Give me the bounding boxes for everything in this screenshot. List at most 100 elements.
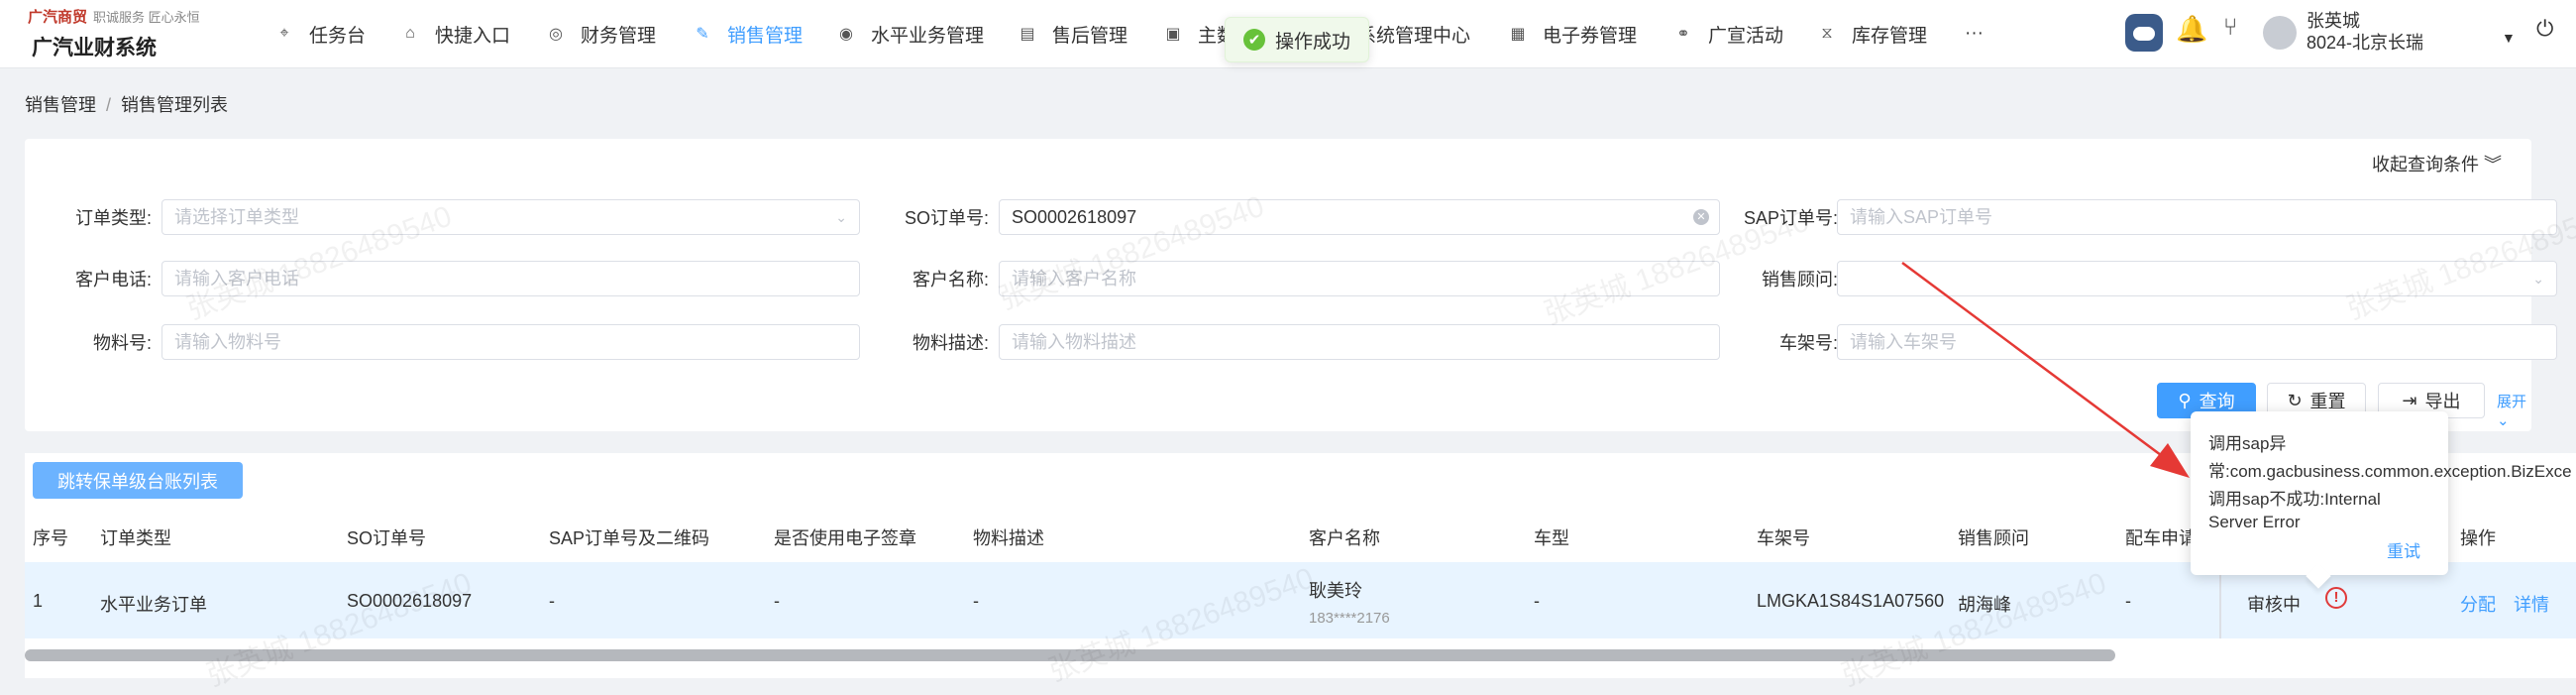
sap-number-input[interactable]: 请输入SAP订单号: [1837, 199, 2557, 235]
link-icon: ⚭: [1676, 26, 1690, 43]
row-index: 1: [33, 591, 44, 611]
column-header: 是否使用电子签章: [774, 528, 916, 548]
row-sap-number: -: [549, 591, 555, 611]
row-allocation: -: [2125, 591, 2131, 611]
nav-item-after-sales[interactable]: ▤ 售后管理: [1019, 0, 1127, 67]
material-number-label: 物料号:: [92, 333, 152, 353]
nav-item-promotions[interactable]: ⚭ 广宣活动: [1674, 0, 1783, 67]
filter-panel: 收起查询条件 ︾ 订单类型: 请选择订单类型 ⌄ SO订单号: SO0002618…: [25, 139, 2557, 431]
row-sales-advisor: 胡海峰: [1958, 595, 2011, 615]
row-customer-name: 耿美玲: [1309, 581, 1362, 601]
chevron-down-icon: ⌄: [2532, 271, 2544, 287]
material-number-input[interactable]: 请输入物料号: [161, 324, 860, 360]
sales-advisor-select[interactable]: ⌄: [1837, 261, 2557, 296]
tooltip-line: 常:com.gacbusiness.common.exception.BizEx…: [2208, 462, 2572, 481]
jump-to-policy-ledger-button[interactable]: 跳转保单级台账列表: [33, 462, 243, 499]
error-tooltip: 调用sap异 常:com.gacbusiness.common.exceptio…: [2191, 411, 2572, 575]
material-desc-input[interactable]: 请输入物料描述: [999, 324, 1720, 360]
customer-name-input[interactable]: 请输入客户名称: [999, 261, 1720, 296]
chevron-down-icon: ⌄: [835, 209, 847, 225]
detail-link[interactable]: 详情: [2514, 591, 2549, 617]
search-icon: ⚲: [2178, 390, 2192, 410]
nav-item-more[interactable]: ···: [1965, 0, 1984, 67]
column-header: 客户名称: [1309, 528, 1380, 548]
order-type-label: 订单类型:: [74, 208, 152, 228]
more-icon: ···: [1965, 23, 1984, 44]
tooltip-line: 调用sap不成功:Internal: [2208, 490, 2381, 509]
nav-item-horizontal-business[interactable]: ◉ 水平业务管理: [837, 0, 984, 67]
export-icon: ⇥: [2402, 390, 2417, 410]
home-icon: ⌂: [405, 25, 415, 42]
column-header: SAP订单号及二维码: [549, 528, 710, 548]
eye-icon: ◉: [839, 26, 853, 43]
nav-item-finance[interactable]: ◎ 财务管理: [547, 0, 656, 67]
column-header: 操作: [2460, 528, 2496, 548]
avatar[interactable]: [2263, 16, 2297, 50]
bell-icon[interactable]: 🔔: [2176, 14, 2207, 45]
breadcrumb-separator: /: [106, 95, 112, 115]
row-e-signature: -: [774, 591, 780, 611]
customer-phone-label: 客户电话:: [74, 270, 152, 290]
user-info[interactable]: 张英城 8024-北京长瑞: [2307, 10, 2423, 54]
tooltip-line: 调用sap异: [2208, 434, 2287, 453]
expand-link[interactable]: 展开⌄: [2497, 391, 2531, 429]
retry-link[interactable]: 重试: [2387, 537, 2420, 562]
double-chevron-up-icon: ︾: [2484, 155, 2502, 174]
vin-label: 车架号:: [1778, 333, 1838, 353]
order-type-select[interactable]: 请选择订单类型 ⌄: [161, 199, 860, 235]
row-vin: LMGKA1S84S1A07560: [1757, 591, 1945, 611]
caret-down-icon[interactable]: ▼: [2502, 30, 2516, 46]
nav-item-coupons[interactable]: ▦ 电子券管理: [1509, 0, 1637, 67]
column-header: 车型: [1534, 528, 1569, 548]
breadcrumb-item: 销售管理列表: [121, 95, 229, 115]
column-header: 销售顾问: [1958, 528, 2029, 548]
allocate-link[interactable]: 分配: [2460, 591, 2496, 617]
error-icon[interactable]: !: [2325, 587, 2347, 609]
so-number-label: SO订单号:: [904, 208, 989, 228]
column-header: 序号: [33, 528, 68, 548]
hourglass-icon: ⧖: [1821, 25, 1833, 42]
chevron-down-icon: ⌄: [2497, 412, 2510, 429]
column-header: SO订单号: [347, 528, 427, 548]
success-toast: ✔ 操作成功: [1225, 17, 1370, 62]
nav-item-tasks[interactable]: ⌖ 任务台: [275, 0, 366, 67]
nav-item-system-center[interactable]: 系统管理中心: [1357, 0, 1470, 67]
nav-item-shortcuts[interactable]: ⌂ 快捷入口: [401, 0, 510, 67]
horizontal-scrollbar[interactable]: [25, 649, 2115, 661]
refresh-icon: ↻: [2287, 390, 2303, 410]
coupon-icon: ▦: [1510, 26, 1526, 43]
collapse-filter-link[interactable]: 收起查询条件 ︾: [2372, 151, 2502, 176]
row-so-number: SO0002618097: [347, 591, 473, 611]
nav-item-sales[interactable]: ✎ 销售管理: [694, 0, 803, 67]
breadcrumb-item[interactable]: 销售管理: [25, 95, 96, 115]
column-header: 车架号: [1757, 528, 1810, 548]
power-icon[interactable]: ⏻: [2536, 16, 2553, 42]
finance-icon: ◎: [549, 26, 563, 43]
column-header: 物料描述: [973, 528, 1044, 548]
row-status: 审核中: [2247, 595, 2301, 615]
check-circle-icon: ✔: [1243, 29, 1265, 51]
assistant-icon[interactable]: [2125, 14, 2163, 52]
column-header: 配车申请: [2125, 528, 2197, 548]
column-header: 订单类型: [100, 528, 171, 548]
logo: 广汽商贸 职诚服务 匠心永恒 广汽业财系统: [28, 6, 256, 63]
so-number-input[interactable]: SO0002618097 ✕: [999, 199, 1720, 235]
nav-item-inventory[interactable]: ⧖ 库存管理: [1818, 0, 1927, 67]
printer-icon: ▤: [1020, 26, 1035, 43]
row-material-desc: -: [973, 591, 979, 611]
sales-advisor-label: 销售顾问:: [1761, 270, 1838, 290]
customer-phone-input[interactable]: 请输入客户电话: [161, 261, 860, 296]
workflow-icon[interactable]: ⑂: [2223, 14, 2237, 42]
material-desc-label: 物料描述:: [912, 333, 989, 353]
vin-input[interactable]: 请输入车架号: [1837, 324, 2557, 360]
edit-icon: ✎: [696, 26, 709, 43]
sap-number-label: SAP订单号:: [1743, 208, 1838, 228]
tooltip-line: Server Error: [2208, 513, 2301, 531]
image-icon: ▣: [1165, 26, 1181, 43]
user-name: 张英城: [2307, 11, 2360, 31]
brand-logo: 广汽商贸 职诚服务 匠心永恒: [28, 9, 200, 26]
user-org: 8024-北京长瑞: [2307, 33, 2424, 53]
row-order-type: 水平业务订单: [100, 595, 207, 615]
breadcrumb: 销售管理 / 销售管理列表: [25, 91, 228, 117]
system-name: 广汽业财系统: [32, 37, 157, 59]
